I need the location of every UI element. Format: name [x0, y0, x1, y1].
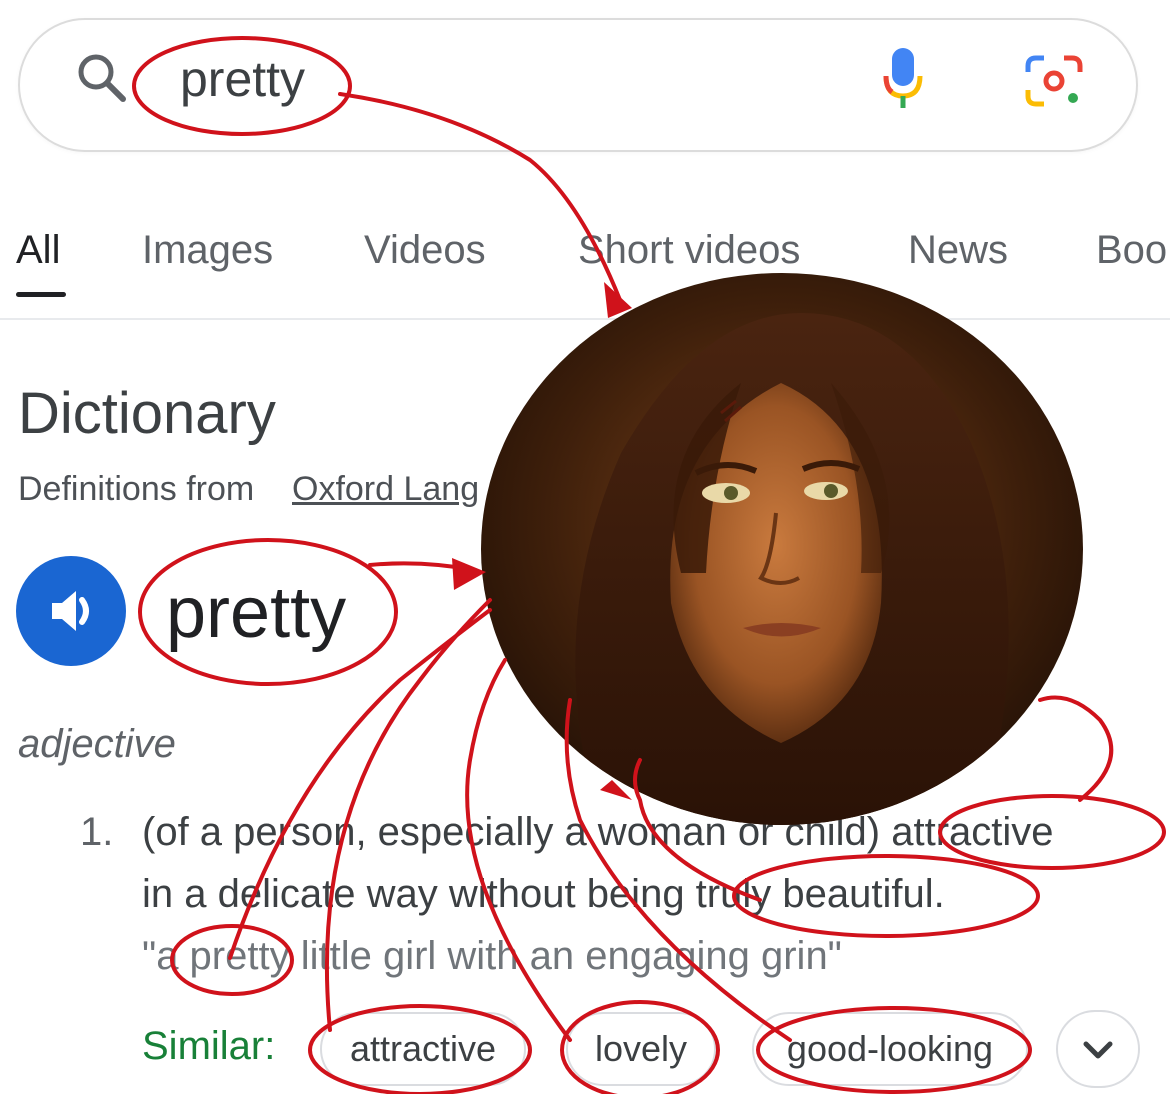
tab-books[interactable]: Boo	[1096, 228, 1167, 273]
tabs-divider	[0, 318, 1170, 320]
tab-short-videos[interactable]: Short videos	[578, 228, 800, 273]
tab-all[interactable]: All	[16, 228, 60, 273]
expand-similar-button[interactable]	[1056, 1010, 1140, 1088]
similar-chip-good-looking[interactable]: good-looking	[752, 1012, 1028, 1086]
tab-images[interactable]: Images	[142, 228, 273, 273]
definition-line: in a delicate way without being truly be…	[142, 872, 945, 916]
search-icon[interactable]	[76, 52, 128, 104]
sense-number: 1.	[80, 810, 114, 854]
mic-icon[interactable]	[880, 46, 926, 112]
headword: pretty	[166, 573, 347, 653]
definition-line: (of a person, especially a woman or chil…	[142, 810, 1054, 854]
dictionary-source-text: Definitions from	[18, 470, 255, 508]
similar-chip-attractive[interactable]: attractive	[320, 1012, 526, 1086]
google-lens-icon[interactable]	[1024, 54, 1084, 108]
part-of-speech: adjective	[18, 722, 176, 766]
speaker-icon	[52, 591, 89, 631]
example-sentence: "a pretty little girl with an engaging g…	[142, 934, 842, 978]
tab-news[interactable]: News	[908, 228, 1008, 273]
active-tab-indicator	[16, 292, 66, 297]
similar-label: Similar:	[142, 1024, 276, 1068]
dictionary-title: Dictionary	[18, 381, 276, 446]
pronounce-button[interactable]	[16, 556, 126, 666]
portrait-photo	[481, 273, 1083, 825]
tab-videos[interactable]: Videos	[364, 228, 486, 273]
similar-chip-lovely[interactable]: lovely	[566, 1012, 716, 1086]
dictionary-source-link[interactable]: Oxford Lang	[292, 470, 479, 509]
search-input[interactable]: pretty	[180, 50, 305, 108]
chevron-down-icon	[1083, 1041, 1113, 1059]
